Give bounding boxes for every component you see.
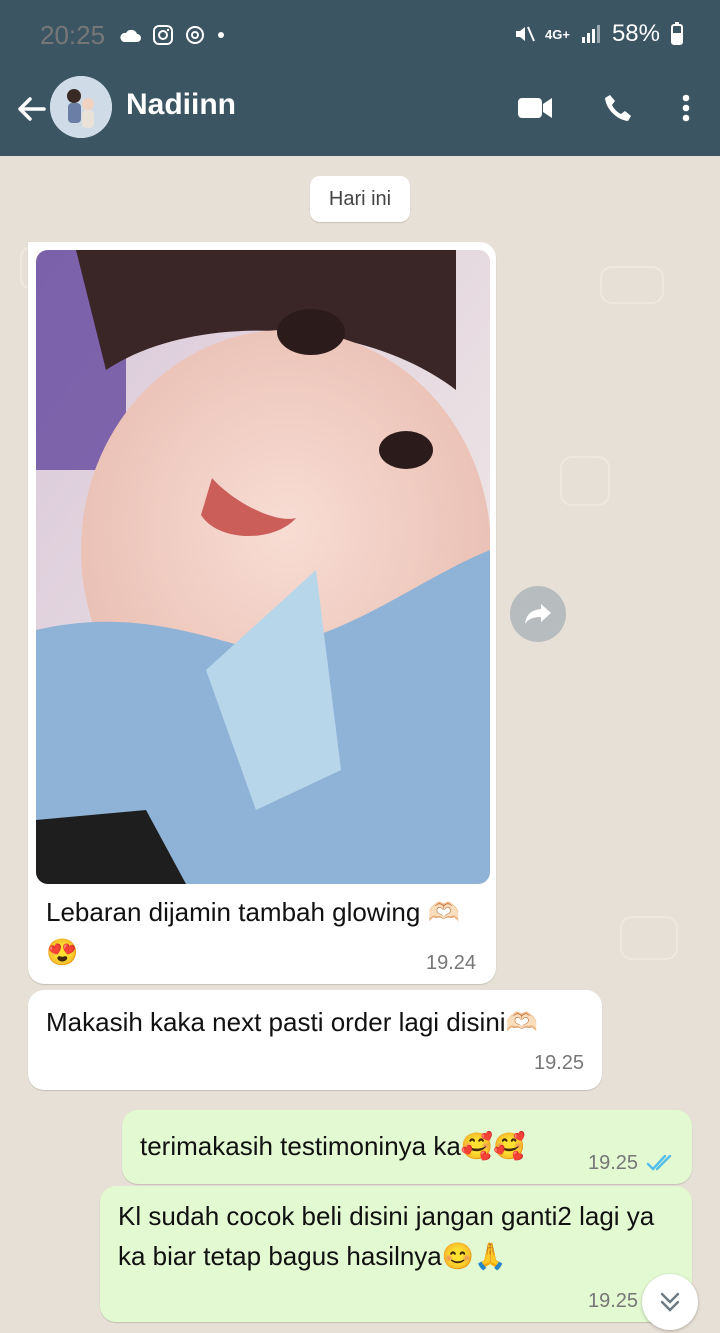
mute-icon bbox=[516, 26, 535, 42]
message-text: Makasih kaka next pasti order lagi disin… bbox=[46, 1007, 538, 1037]
status-right: 4G+ 58% bbox=[513, 20, 684, 48]
status-bar: 20:25 4G+ 58% bbox=[0, 0, 720, 70]
chat-area[interactable]: Hari ini Lebaran dijamin tambah glowing … bbox=[0, 156, 720, 1333]
chat-header: Nadiinn bbox=[0, 70, 720, 156]
avatar[interactable] bbox=[50, 76, 112, 138]
instagram-icon bbox=[153, 25, 173, 45]
message-text: Kl sudah cocok beli disini jangan ganti2… bbox=[118, 1201, 655, 1271]
battery-icon bbox=[671, 22, 683, 45]
message-time: 19.25 bbox=[534, 1052, 585, 1074]
video-call-icon[interactable] bbox=[516, 95, 554, 121]
text-message[interactable]: Makasih kaka next pasti order lagi disin… bbox=[28, 990, 602, 1090]
double-chevron-down-icon bbox=[660, 1292, 680, 1312]
forward-icon bbox=[525, 604, 551, 624]
text-message[interactable]: Kl sudah cocok beli disini jangan ganti2… bbox=[100, 1186, 692, 1322]
photo-message[interactable]: Lebaran dijamin tambah glowing 🫶🏻😍 19.24 bbox=[28, 242, 496, 984]
text-message[interactable]: terimakasih testimoninya ka🥰🥰 19.25 bbox=[122, 1110, 692, 1184]
wallpaper-doodle bbox=[600, 266, 664, 304]
message-time: 19.24 bbox=[426, 952, 477, 974]
network-type: 4G+ bbox=[545, 26, 570, 42]
scroll-to-bottom-button[interactable] bbox=[642, 1274, 698, 1330]
message-text: terimakasih testimoninya ka🥰🥰 bbox=[140, 1131, 526, 1161]
message-text: Lebaran dijamin tambah glowing 🫶🏻😍 bbox=[46, 897, 460, 967]
date-chip: Hari ini bbox=[310, 176, 410, 222]
threads-icon bbox=[186, 26, 204, 44]
photo-attachment[interactable] bbox=[36, 250, 490, 884]
message-time: 19.25 bbox=[588, 1290, 639, 1312]
double-check-icon bbox=[646, 1154, 672, 1171]
phone-icon[interactable] bbox=[602, 92, 634, 124]
wallpaper-doodle bbox=[620, 916, 678, 960]
status-notification-icons bbox=[118, 24, 226, 46]
status-time: 20:25 bbox=[40, 20, 106, 50]
forward-button[interactable] bbox=[510, 586, 566, 642]
cloud-icon bbox=[120, 29, 141, 42]
dot-icon bbox=[218, 32, 224, 38]
battery-percentage: 58% bbox=[611, 20, 660, 47]
arrow-left-icon[interactable] bbox=[14, 92, 48, 126]
message-time: 19.25 bbox=[588, 1152, 639, 1174]
contact-name[interactable]: Nadiinn bbox=[126, 88, 236, 122]
signal-icon bbox=[581, 25, 600, 43]
wallpaper-doodle bbox=[560, 456, 610, 506]
more-vert-icon[interactable] bbox=[682, 93, 690, 123]
